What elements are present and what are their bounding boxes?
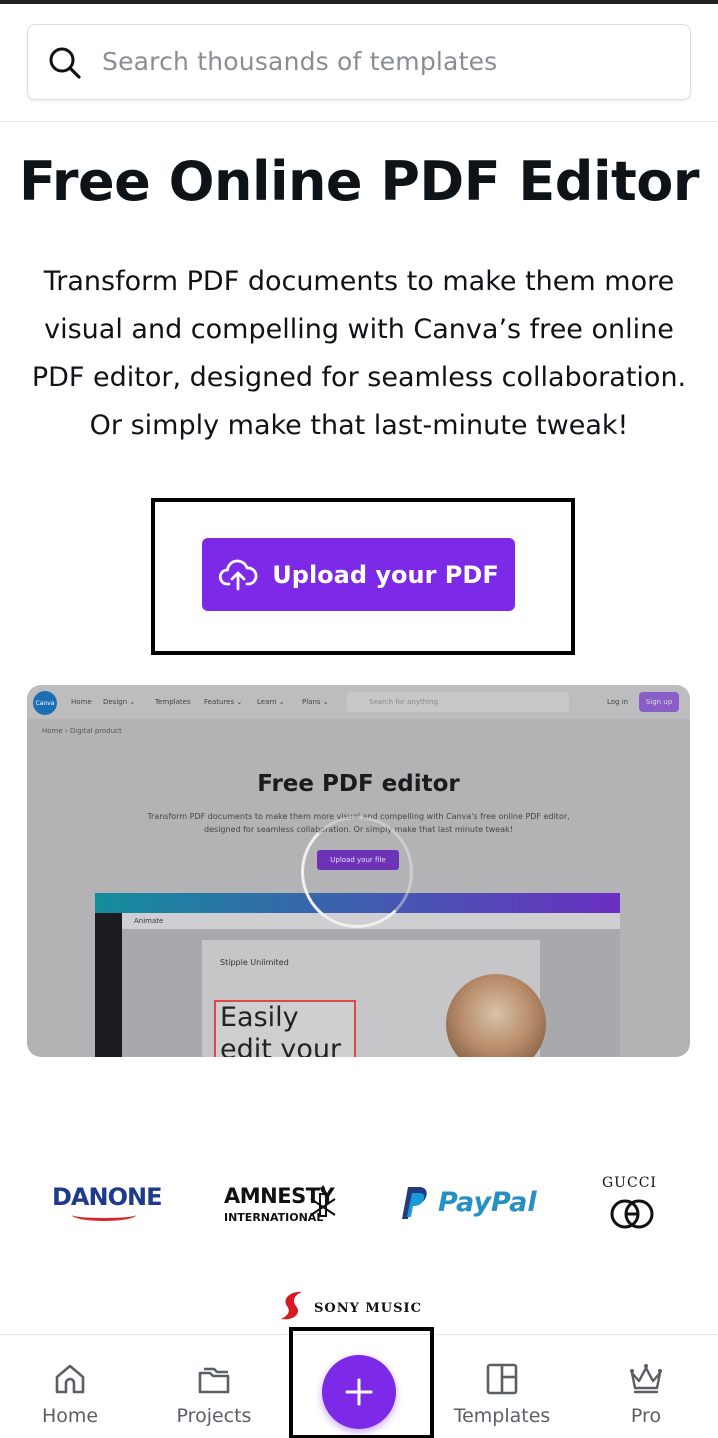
nav-home[interactable]: Home: [10, 1335, 130, 1438]
templates-icon: [486, 1363, 518, 1395]
preview-navbar: Canva Home Design ⌄ Templates Features ⌄…: [27, 685, 690, 719]
preview-login: Log in: [607, 698, 629, 706]
create-design-button[interactable]: [322, 1355, 396, 1429]
loading-spinner: [301, 816, 413, 928]
nav-templates[interactable]: Templates: [442, 1335, 562, 1438]
search-input[interactable]: Search thousands of templates: [27, 24, 691, 100]
cloud-upload-icon: [219, 559, 258, 590]
nav-templates-label: Templates: [453, 1405, 551, 1427]
paypal-icon: [402, 1187, 427, 1219]
upload-pdf-button[interactable]: Upload your PDF: [202, 538, 515, 611]
search-icon: [49, 47, 81, 79]
preview-nav-item: Templates: [155, 698, 191, 706]
nav-pro[interactable]: Pro: [586, 1335, 706, 1438]
plus-icon: [345, 1378, 373, 1406]
folder-icon: [198, 1367, 230, 1394]
preview-nav-item: Learn ⌄: [257, 698, 285, 706]
paypal-logo: PayPal: [438, 1187, 537, 1218]
brand-logos: DANONE AMNESTY INTERNATIONAL PayPal GUCC…: [0, 1165, 718, 1345]
candle-icon: [310, 1185, 336, 1217]
preview-canva-logo: Canva: [33, 691, 57, 715]
nav-projects[interactable]: Projects: [154, 1335, 274, 1438]
preview-nav-item: Features ⌄: [204, 698, 243, 706]
search-placeholder: Search thousands of templates: [102, 47, 498, 76]
preview-portrait: [446, 974, 546, 1057]
page-description: Transform PDF documents to make them mor…: [31, 266, 687, 441]
sony-music-logo: SONY MUSIC: [314, 1301, 422, 1316]
preview-editor-sidebar: [95, 913, 122, 1057]
page-title: Free Online PDF Editor: [18, 150, 700, 213]
bottom-navigation: Home Projects Templates Pro: [0, 1327, 718, 1438]
danone-logo: DANONE: [52, 1183, 162, 1211]
danone-swoosh-icon: [72, 1209, 136, 1221]
gucci-logo: GUCCI: [602, 1175, 657, 1191]
preview-signup: Sign up: [639, 692, 679, 712]
preview-search: Search for anything: [347, 692, 569, 712]
nav-home-label: Home: [41, 1405, 99, 1427]
upload-pdf-label: Upload your PDF: [272, 560, 499, 589]
preview-nav-item: Plans ⌄: [302, 698, 329, 706]
preview-nav-item: Home: [71, 698, 92, 706]
preview-page: Stipple Unlimited Easily edit your PDFs: [202, 940, 546, 1057]
gucci-gg-icon: [610, 1199, 654, 1229]
nav-pro-label: Pro: [630, 1405, 662, 1427]
preview-page-brand: Stipple Unlimited: [220, 958, 289, 967]
preview-page-headline: Easily edit your PDFs: [214, 1000, 356, 1057]
preview-title: Free PDF editor: [257, 771, 460, 797]
nav-projects-label: Projects: [176, 1405, 252, 1427]
crown-icon: [630, 1364, 662, 1394]
editor-preview-image[interactable]: Canva Home Design ⌄ Templates Features ⌄…: [27, 685, 690, 1057]
sony-music-icon: [281, 1291, 302, 1320]
home-icon: [55, 1364, 85, 1394]
search-header: Search thousands of templates: [0, 4, 718, 122]
preview-breadcrumb: Home › Digital product: [42, 727, 122, 735]
preview-nav-item: Design ⌄: [103, 698, 136, 706]
